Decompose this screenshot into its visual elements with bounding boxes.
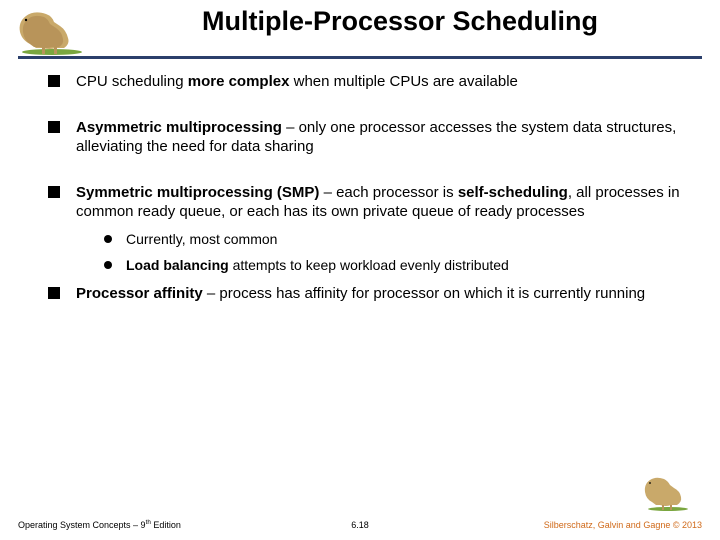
title-underline (18, 56, 702, 59)
bullet-level-2: Currently, most common (76, 230, 680, 248)
slide-content: CPU scheduling more complex when multipl… (48, 72, 680, 303)
bullet-level-1: Symmetric multiprocessing (SMP) – each p… (48, 183, 680, 274)
footer-left-post: Edition (151, 520, 181, 530)
header-dino-image (12, 4, 92, 56)
bullet-level-1: Asymmetric multiprocessing – only one pr… (48, 118, 680, 157)
bullet-level-2: Load balancing attempts to keep workload… (76, 256, 680, 274)
footer-copyright: Silberschatz, Galvin and Gagne © 2013 (544, 520, 702, 530)
slide-title: Multiple-Processor Scheduling (100, 6, 700, 37)
footer-page-number: 6.18 (351, 520, 369, 530)
bullet-level-1: CPU scheduling more complex when multipl… (48, 72, 680, 92)
slide: Multiple-Processor Scheduling CPU schedu… (0, 0, 720, 540)
footer-left-pre: Operating System Concepts – 9 (18, 520, 146, 530)
footer: Operating System Concepts – 9th Edition … (18, 506, 702, 530)
bullet-level-1: Processor affinity – process has affinit… (48, 284, 680, 304)
footer-left: Operating System Concepts – 9th Edition (18, 519, 181, 530)
